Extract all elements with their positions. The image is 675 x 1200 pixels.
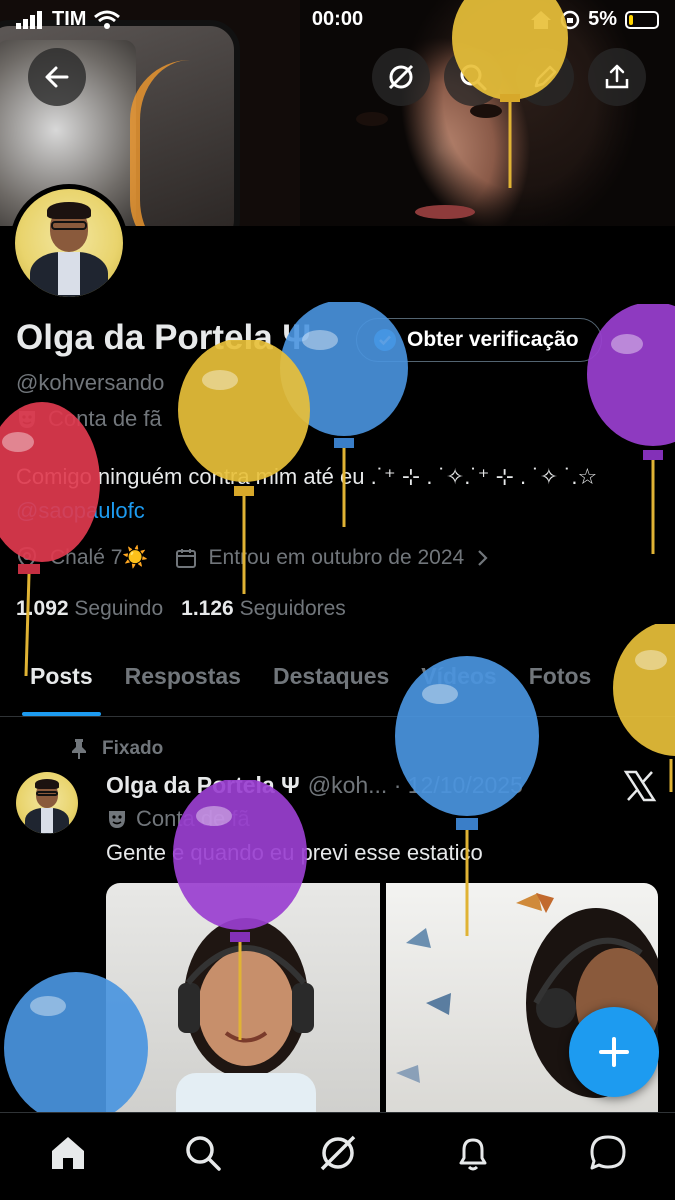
compose-button[interactable] bbox=[569, 1007, 659, 1097]
nav-search[interactable] bbox=[173, 1123, 233, 1183]
followers-link[interactable]: 1.126 Seguidores bbox=[181, 597, 346, 621]
profile-screen: TIM 00:00 5% Olga da Portela Ψ Obter ver… bbox=[0, 0, 675, 1200]
balloon-blue-2 bbox=[395, 656, 539, 936]
nav-notifications[interactable] bbox=[443, 1123, 503, 1183]
balloon-yellow-top bbox=[452, 0, 568, 188]
balloon-yellow-1 bbox=[178, 340, 310, 594]
balloon-red bbox=[0, 402, 100, 677]
balloon-yellow-2 bbox=[613, 624, 675, 792]
profile-handle: @kohversando bbox=[16, 370, 165, 395]
pinned-label: Fixado bbox=[102, 738, 164, 759]
share-button[interactable] bbox=[588, 48, 646, 106]
followers-count: 1.126 bbox=[181, 597, 234, 620]
battery-icon bbox=[625, 10, 659, 29]
pinned-indicator: Fixado bbox=[70, 738, 163, 760]
nav-home[interactable] bbox=[38, 1123, 98, 1183]
search-icon bbox=[185, 1135, 221, 1171]
followers-label: Seguidores bbox=[239, 597, 346, 620]
home-icon bbox=[51, 1136, 84, 1169]
post-author-avatar[interactable] bbox=[16, 772, 78, 834]
nav-grok[interactable] bbox=[308, 1123, 368, 1183]
grok-button[interactable] bbox=[372, 48, 430, 106]
tab-highlights[interactable]: Destaques bbox=[257, 655, 405, 716]
balloon-blue-3 bbox=[4, 972, 148, 1112]
nav-messages[interactable] bbox=[578, 1123, 638, 1183]
share-icon bbox=[605, 64, 629, 89]
bell-icon bbox=[459, 1138, 486, 1170]
battery-percent: 5% bbox=[588, 8, 617, 30]
plus-icon bbox=[599, 1037, 629, 1067]
get-verified-label: Obter verificação bbox=[407, 328, 579, 351]
back-button[interactable] bbox=[28, 48, 86, 106]
arrow-left-icon bbox=[45, 66, 69, 88]
tab-replies[interactable]: Respostas bbox=[109, 655, 257, 716]
grok-icon bbox=[320, 1135, 355, 1170]
theater-masks-icon bbox=[109, 811, 125, 828]
status-bar: TIM 00:00 5% bbox=[0, 0, 675, 40]
bottom-nav bbox=[0, 1112, 675, 1200]
balloon-purple-1 bbox=[587, 304, 675, 554]
pin-icon bbox=[72, 739, 86, 759]
profile-avatar[interactable] bbox=[10, 184, 128, 302]
chat-icon bbox=[590, 1135, 625, 1169]
balloon-purple-2 bbox=[173, 780, 307, 1040]
chevron-right-icon[interactable] bbox=[476, 548, 490, 568]
grok-icon bbox=[388, 64, 414, 90]
